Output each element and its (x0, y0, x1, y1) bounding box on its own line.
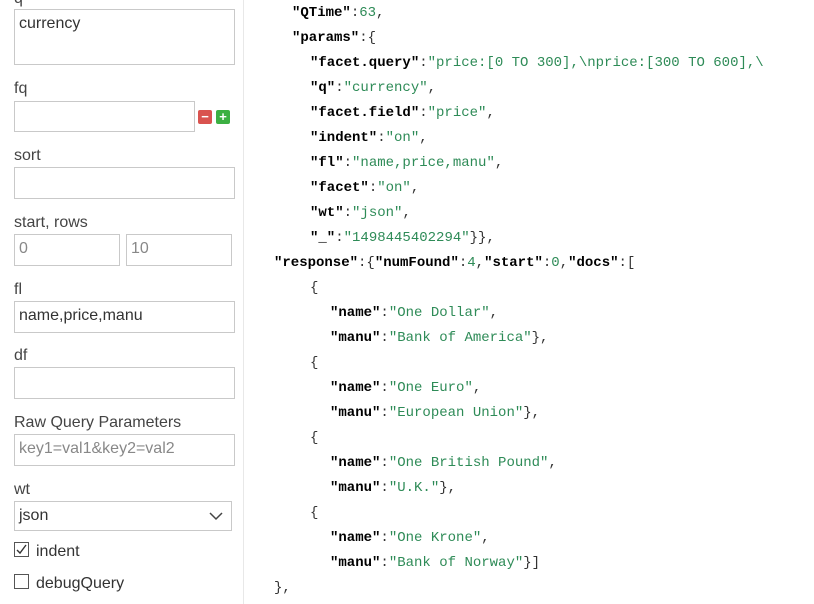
debugquery-label: debugQuery (36, 575, 125, 592)
json-value: "1498445402294" (343, 230, 470, 246)
json-brace: { (310, 505, 319, 521)
plus-icon: + (219, 109, 227, 124)
json-value: "price" (427, 105, 487, 121)
json-key: "params" (292, 30, 360, 46)
json-brace: { (310, 280, 319, 296)
json-line-doc-name: "name":"One Krone", (330, 530, 490, 546)
rows-input[interactable]: 10 (126, 234, 232, 266)
json-line-facet-field: "facet.field":"price", (310, 105, 495, 121)
json-line-doc-name: "name":"One Dollar", (330, 305, 499, 321)
response-json-panel: "QTime":63, "params":{ "facet.query":"pr… (244, 0, 814, 604)
sort-input[interactable] (14, 167, 235, 199)
json-line-doc-manu: "manu":"U.K."}, (330, 480, 457, 496)
indent-checkbox[interactable] (14, 542, 29, 557)
json-line-wt: "wt":"json", (310, 205, 411, 221)
json-key: "docs" (568, 255, 619, 271)
json-value: 4 (467, 255, 476, 271)
json-key: "response" (274, 255, 359, 271)
json-value: "One Dollar" (388, 305, 490, 321)
json-value: "on" (377, 180, 411, 196)
json-key: "facet" (310, 180, 369, 196)
fl-label: fl (14, 281, 22, 298)
json-key: "manu" (330, 405, 381, 421)
json-value: "Bank of America" (388, 330, 532, 346)
json-line-fl: "fl":"name,price,manu", (310, 155, 504, 171)
df-label: df (14, 347, 28, 364)
query-form-panel: q currency fq − + sort start, rows 0 10 … (0, 0, 244, 604)
json-value: "One Krone" (388, 530, 482, 546)
add-fq-button[interactable]: + (216, 110, 230, 124)
raw-query-input[interactable]: key1=val1&key2=val2 (14, 434, 235, 466)
json-brace: { (310, 355, 319, 371)
json-key: "q" (310, 80, 336, 96)
json-key: "QTime" (292, 5, 351, 21)
json-key: "manu" (330, 480, 381, 496)
json-key: "name" (330, 305, 381, 321)
json-value: "U.K." (388, 480, 440, 496)
json-line-underscore: "_":"1498445402294"}}, (310, 230, 495, 246)
checkmark-icon (16, 544, 27, 555)
json-brace: }, (274, 580, 291, 596)
json-key: "name" (330, 455, 381, 471)
fq-label: fq (14, 80, 28, 97)
q-textarea[interactable]: currency (14, 9, 235, 65)
json-value: 63 (359, 5, 377, 21)
json-line-doc-manu: "manu":"Bank of America"}, (330, 330, 549, 346)
json-key: "fl" (310, 155, 344, 171)
json-value: "One Euro" (388, 380, 473, 396)
wt-label: wt (14, 481, 30, 498)
json-key: "_" (310, 230, 336, 246)
json-line-qtime: "QTime":63, (292, 5, 385, 21)
json-line-indent: "indent":"on", (310, 130, 428, 146)
json-line-facet: "facet":"on", (310, 180, 420, 196)
json-line-doc-manu: "manu":"Bank of Norway"}] (330, 555, 541, 571)
raw-query-label: Raw Query Parameters (14, 414, 182, 431)
json-value: 0 (551, 255, 560, 271)
json-line-doc-name: "name":"One British Pound", (330, 455, 557, 471)
q-label: q (14, 0, 23, 8)
json-key: "indent" (310, 130, 378, 146)
json-line-response: "response":{"numFound":4,"start":0,"docs… (274, 255, 636, 271)
json-value: "One British Pound" (388, 455, 549, 471)
json-key: "manu" (330, 555, 381, 571)
json-brace: { (310, 430, 319, 446)
json-value: "json" (352, 205, 403, 221)
df-input[interactable] (14, 367, 235, 399)
json-line-q: "q":"currency", (310, 80, 437, 96)
json-key: "name" (330, 380, 381, 396)
json-key: "name" (330, 530, 381, 546)
fq-input[interactable] (14, 101, 195, 132)
json-key: "numFound" (374, 255, 459, 271)
start-rows-label: start, rows (14, 214, 88, 231)
debugquery-checkbox[interactable] (14, 574, 29, 589)
json-line-doc-name: "name":"One Euro", (330, 380, 482, 396)
json-value: "on" (385, 130, 420, 146)
wt-select[interactable]: json (14, 501, 232, 531)
sort-label: sort (14, 147, 41, 164)
json-value: "Bank of Norway" (388, 555, 524, 571)
start-input[interactable]: 0 (14, 234, 120, 266)
json-key: "wt" (310, 205, 344, 221)
json-key: "manu" (330, 330, 381, 346)
json-key: "facet.field" (310, 105, 420, 121)
minus-icon: − (201, 109, 209, 124)
json-value: "European Union" (388, 405, 524, 421)
json-value: "price:[0 TO 300],\nprice:[300 TO 600],\ (427, 55, 764, 71)
json-key: "start" (484, 255, 543, 271)
json-line-doc-manu: "manu":"European Union"}, (330, 405, 541, 421)
json-line-params: "params":{ (292, 30, 377, 46)
remove-fq-button[interactable]: − (198, 110, 212, 124)
json-line-facet-query: "facet.query":"price:[0 TO 300],\nprice:… (310, 55, 764, 71)
wt-select-value: json (19, 507, 49, 524)
indent-label: indent (36, 543, 80, 560)
json-value: "currency" (343, 80, 428, 96)
fl-input[interactable]: name,price,manu (14, 301, 235, 333)
chevron-down-icon (209, 512, 223, 521)
json-key: "facet.query" (310, 55, 420, 71)
json-value: "name,price,manu" (352, 155, 495, 171)
